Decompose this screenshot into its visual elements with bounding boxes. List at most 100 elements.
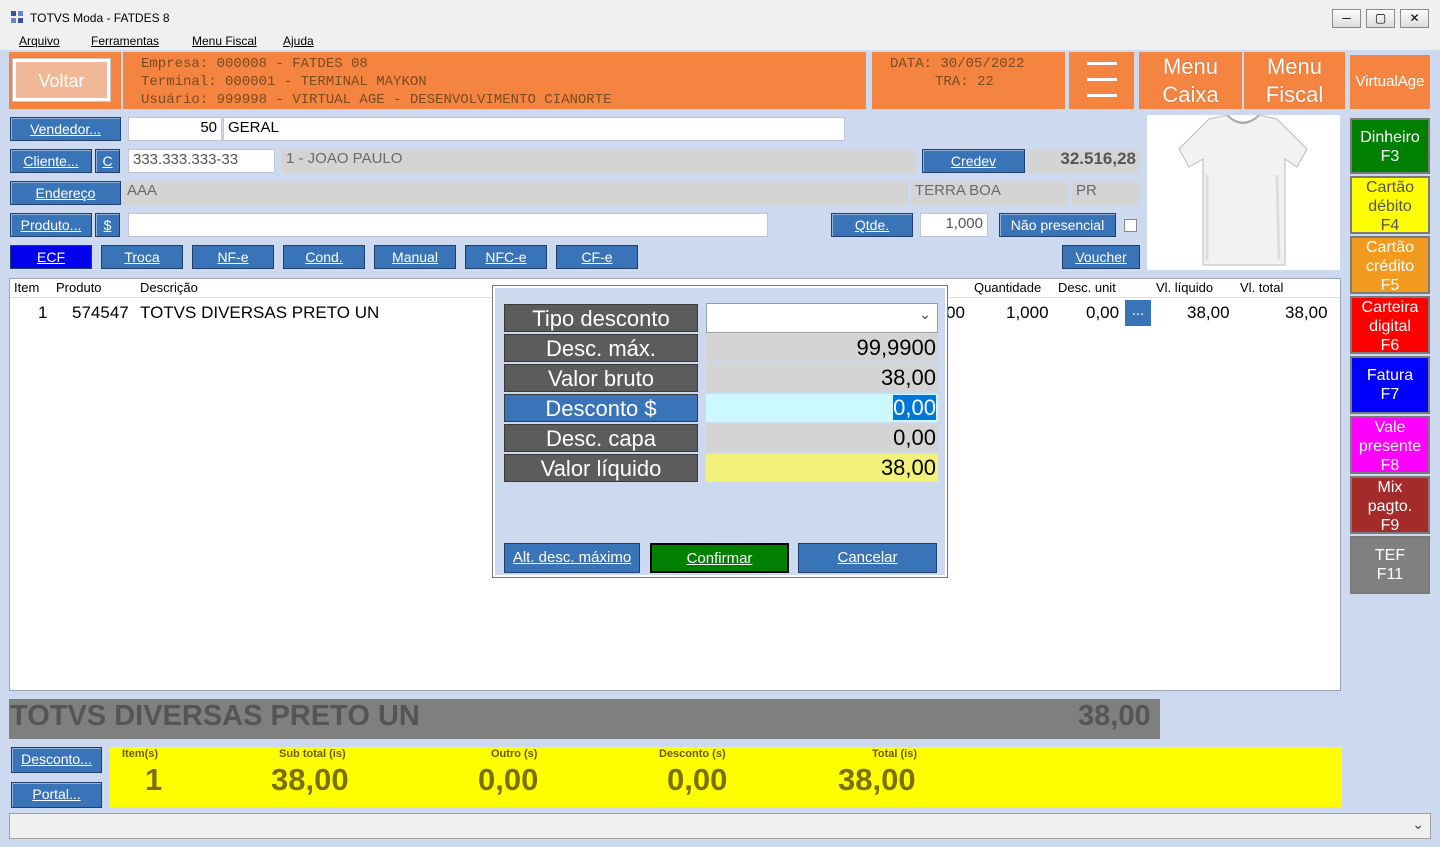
empresa-text: Empresa: 000008 - FATDES 08 (141, 56, 368, 72)
tshirt-icon (1178, 114, 1308, 266)
pay-fatura-button[interactable]: Fatura F7 (1350, 356, 1430, 414)
menu-ajuda[interactable]: Ajuda (283, 34, 314, 48)
product-image (1147, 114, 1340, 270)
pay-label: Fatura (1366, 367, 1414, 384)
desc-max-value: 99,9900 (706, 334, 938, 362)
cliente-c-button[interactable]: C (95, 149, 120, 173)
tab-ecf[interactable]: ECF (10, 245, 92, 269)
total-value: 38,00 (838, 762, 916, 797)
header-vl-liquido: Vl. líquido (1156, 280, 1214, 295)
row-quantidade: 1,000 (1006, 303, 1049, 322)
tipo-desconto-label: Tipo desconto (504, 304, 698, 332)
desconto-input[interactable]: 0,00 (706, 394, 938, 422)
window-title: TOTVS Moda - FATDES 8 (30, 11, 170, 25)
credev-value: 32.516,28 (1028, 149, 1140, 173)
header-quantidade: Quantidade (974, 280, 1042, 295)
portal-button[interactable]: Portal... (11, 782, 102, 808)
row-more-button[interactable]: ... (1125, 300, 1151, 326)
qtde-field[interactable]: 1,000 (920, 213, 988, 237)
pay-label: Carteira (1361, 299, 1419, 316)
desc-capa-label: Desc. capa (504, 424, 698, 452)
maximize-button[interactable]: ▢ (1366, 9, 1395, 28)
desconto-button[interactable]: Desconto... (11, 747, 102, 773)
row-produto: 574547 (72, 303, 129, 322)
subtotal-label: Sub total (is) (279, 748, 346, 760)
vendedor-name-field: GERAL (223, 117, 845, 141)
menu-fiscal[interactable]: Menu Fiscal (192, 34, 257, 48)
title-bar (0, 0, 1440, 32)
pay-carteira-digital-button[interactable]: Carteira digital F6 (1350, 296, 1430, 354)
pay-cartao-debito-button[interactable]: Cartão débito F4 (1350, 176, 1430, 234)
pay-label: pagto. (1367, 498, 1413, 515)
pay-label: Cartão (1365, 239, 1415, 256)
pay-label: TEF (1374, 547, 1406, 564)
status-combo[interactable]: ⌄ (9, 813, 1431, 839)
pay-key: F3 (1380, 148, 1400, 165)
tab-troca[interactable]: Troca (101, 245, 183, 269)
credev-button[interactable]: Credev (922, 149, 1025, 173)
cliente-name-field: 1 - JOAO PAULO (282, 149, 916, 173)
menu-caixa-line1: Menu (1162, 54, 1219, 79)
desconto-total-label: Desconto (s) (659, 748, 726, 760)
cidade-field: TERRA BOA (911, 181, 1068, 205)
nao-presencial-checkbox[interactable] (1124, 219, 1137, 232)
header-desc-unit: Desc. unit (1058, 280, 1116, 295)
alt-desc-maximo-button[interactable]: Alt. desc. máximo (504, 543, 640, 573)
menu-ferramentas[interactable]: Ferramentas (91, 34, 159, 48)
pay-label: Dinheiro (1360, 129, 1420, 146)
pay-key: F11 (1376, 566, 1404, 583)
valor-liquido-label: Valor líquido (504, 454, 698, 482)
chevron-down-icon: ⌄ (1412, 816, 1424, 832)
row-hidden-value: 00 (946, 303, 965, 322)
tab-cfe[interactable]: CF-e (556, 245, 638, 269)
app-icon (11, 11, 23, 23)
usuario-text: Usuário: 999998 - VIRTUAL AGE - DESENVOL… (141, 92, 612, 108)
nao-presencial-label: Não presencial (999, 213, 1116, 237)
cancelar-button[interactable]: Cancelar (798, 543, 937, 573)
pay-dinheiro-button[interactable]: Dinheiro F3 (1350, 118, 1430, 174)
tab-nfce[interactable]: NFC-e (465, 245, 547, 269)
endereco-button[interactable]: Endereço (10, 181, 121, 205)
pay-vale-presente-button[interactable]: Vale presente F8 (1350, 416, 1430, 474)
produto-button[interactable]: Produto... (10, 213, 92, 237)
menu-arquivo[interactable]: Arquivo (19, 34, 60, 48)
hamburger-menu-button[interactable] (1069, 52, 1134, 109)
voucher-button[interactable]: Voucher (1062, 245, 1140, 269)
menu-fiscal-line1: Menu (1266, 54, 1323, 79)
confirmar-button[interactable]: Confirmar (650, 543, 789, 573)
menu-fiscal-button[interactable]: Menu Fiscal (1244, 52, 1345, 109)
date-text: DATA: 30/05/2022 (890, 56, 1025, 72)
pay-mix-pagto-button[interactable]: Mix pagto. F9 (1350, 476, 1430, 534)
tab-nfe[interactable]: NF-e (192, 245, 274, 269)
tra-text: TRA: 22 (935, 74, 994, 90)
tipo-desconto-select[interactable]: ⌄ (706, 303, 938, 333)
minimize-button[interactable]: ─ (1332, 9, 1361, 28)
virtualage-button[interactable]: VirtualAge (1350, 55, 1430, 109)
cliente-cpf-field[interactable]: 333.333.333-33 (128, 149, 275, 173)
pay-label: presente (1358, 438, 1422, 455)
pay-key: F8 (1380, 457, 1400, 474)
cliente-button[interactable]: Cliente... (10, 149, 92, 173)
header-vl-total: Vl. total (1240, 280, 1284, 295)
back-button-label: Voltar (16, 62, 107, 98)
subtotal-value: 38,00 (271, 762, 349, 797)
tab-manual[interactable]: Manual (374, 245, 456, 269)
menu-caixa-button[interactable]: Menu Caixa (1139, 52, 1242, 109)
uf-field: PR (1072, 181, 1140, 205)
vendedor-code-field[interactable]: 50 (128, 117, 222, 141)
pay-label: Mix (1377, 479, 1403, 496)
produto-dollar-button[interactable]: $ (95, 213, 120, 237)
qtde-button[interactable]: Qtde. (831, 213, 913, 237)
back-button[interactable]: Voltar (12, 58, 111, 102)
pay-cartao-credito-button[interactable]: Cartão crédito F5 (1350, 236, 1430, 294)
vendedor-button[interactable]: Vendedor... (10, 117, 121, 141)
pay-tef-button[interactable]: TEF F11 (1350, 536, 1430, 594)
tab-cond[interactable]: Cond. (283, 245, 365, 269)
produto-input[interactable] (128, 213, 768, 237)
valor-bruto-value: 38,00 (706, 364, 938, 392)
row-vl-total: 38,00 (1285, 303, 1328, 322)
header-item: Item (14, 280, 40, 295)
close-button[interactable]: ✕ (1400, 9, 1429, 28)
menu-fiscal-line2: Fiscal (1265, 82, 1324, 107)
desc-capa-value: 0,00 (706, 424, 938, 452)
